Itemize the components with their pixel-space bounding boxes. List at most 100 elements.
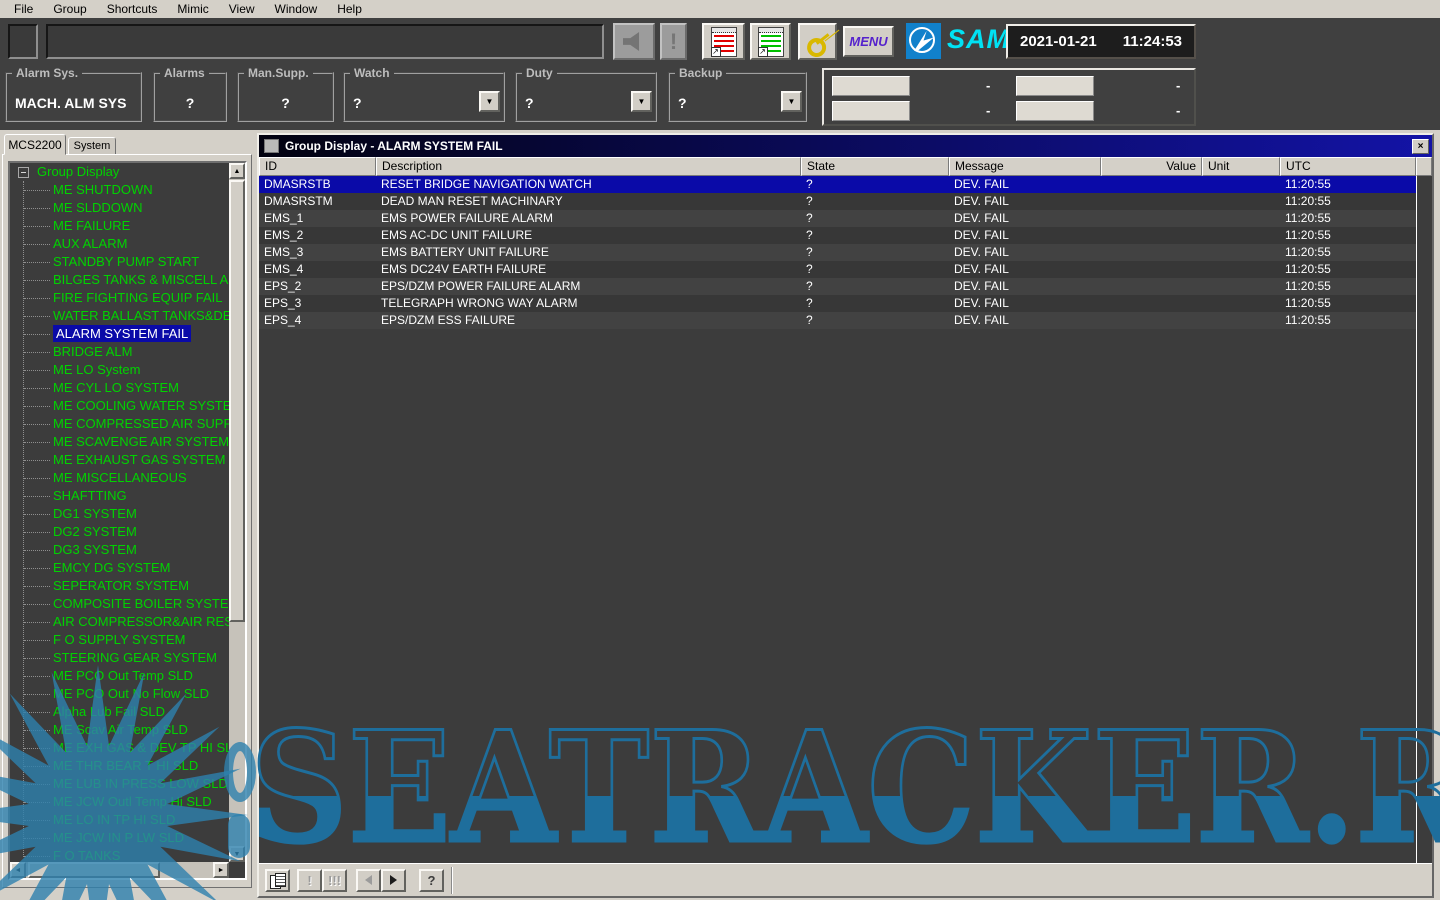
- tree-item-f-o-tanks[interactable]: F O TANKS: [10, 847, 229, 862]
- duty-dropdown-button[interactable]: ▼: [631, 91, 652, 112]
- tree-item-me-compressed-air-suppl[interactable]: ME COMPRESSED AIR SUPPL: [10, 415, 229, 433]
- next-button[interactable]: [381, 869, 406, 892]
- tree-item-emcy-dg-system[interactable]: EMCY DG SYSTEM: [10, 559, 229, 577]
- column-header-unit[interactable]: Unit: [1202, 157, 1280, 176]
- tree-item-water-ballast-tanks-de[interactable]: WATER BALLAST TANKS&DE: [10, 307, 229, 325]
- column-header-value[interactable]: Value: [1101, 157, 1202, 176]
- cell-utc: 11:20:55: [1280, 176, 1416, 193]
- tree-item-me-thr-bear-t-hi-sld[interactable]: ME THR BEAR T HI SLD: [10, 757, 229, 775]
- tab-mcs2200[interactable]: MCS2200: [4, 134, 66, 155]
- scroll-up-button[interactable]: ▲: [229, 163, 245, 179]
- tree-item-me-slddown[interactable]: ME SLDDOWN: [10, 199, 229, 217]
- help-button[interactable]: ?: [419, 869, 444, 892]
- tree-item-aux-alarm[interactable]: AUX ALARM: [10, 235, 229, 253]
- menu-mimic[interactable]: Mimic: [167, 1, 218, 17]
- tree-item-dg1-system[interactable]: DG1 SYSTEM: [10, 505, 229, 523]
- tree-item-shaftting[interactable]: SHAFTTING: [10, 487, 229, 505]
- tree-item-composite-boiler-system[interactable]: COMPOSITE BOILER SYSTEM: [10, 595, 229, 613]
- event-list-button[interactable]: ↗: [750, 23, 791, 60]
- previous-button[interactable]: [356, 869, 381, 892]
- menu-file[interactable]: File: [4, 1, 43, 17]
- tree-item-f-o-supply-system[interactable]: F O SUPPLY SYSTEM: [10, 631, 229, 649]
- table-row-dmasrstb[interactable]: DMASRSTBRESET BRIDGE NAVIGATION WATCH?DE…: [259, 176, 1416, 193]
- cell-message: DEV. FAIL: [949, 176, 1101, 193]
- table-row-eps_2[interactable]: EPS_2EPS/DZM POWER FAILURE ALARM?DEV. FA…: [259, 278, 1416, 295]
- table-row-ems_2[interactable]: EMS_2EMS AC-DC UNIT FAILURE?DEV. FAIL11:…: [259, 227, 1416, 244]
- tree-item-standby-pump-start[interactable]: STANDBY PUMP START: [10, 253, 229, 271]
- menu-help[interactable]: Help: [327, 1, 372, 17]
- tree-item-me-lo-system[interactable]: ME LO System: [10, 361, 229, 379]
- vertical-scroll-thumb[interactable]: [229, 180, 245, 622]
- tree-item-me-jcw-outl-temp-hi-sld[interactable]: ME JCW Outl Temp Hi SLD: [10, 793, 229, 811]
- watch-value[interactable]: ?: [353, 95, 362, 111]
- tree-item-me-cooling-water-system[interactable]: ME COOLING WATER SYSTEM: [10, 397, 229, 415]
- close-button[interactable]: ×: [1412, 139, 1429, 154]
- copy-button[interactable]: [265, 869, 290, 892]
- tree-item-label: F O TANKS: [53, 848, 120, 862]
- tree-item-me-scav-air-temp-sld[interactable]: ME Scav Air Temp SLD: [10, 721, 229, 739]
- tree-horizontal-scrollbar[interactable]: ◄ ►: [10, 862, 229, 878]
- column-header-id[interactable]: ID: [259, 157, 376, 176]
- tree-item-me-shutdown[interactable]: ME SHUTDOWN: [10, 181, 229, 199]
- table-row-eps_3[interactable]: EPS_3TELEGRAPH WRONG WAY ALARM?DEV. FAIL…: [259, 295, 1416, 312]
- tree-item-alpha-lub-fail-sld[interactable]: Alpha Lub Fail SLD: [10, 703, 229, 721]
- menu-button[interactable]: MENU: [843, 26, 894, 57]
- duty-value[interactable]: ?: [525, 95, 534, 111]
- tab-system[interactable]: System: [68, 137, 116, 155]
- menu-shortcuts[interactable]: Shortcuts: [97, 1, 168, 17]
- table-row-eps_4[interactable]: EPS_4EPS/DZM ESS FAILURE?DEV. FAIL11:20:…: [259, 312, 1416, 329]
- mute-horn-button[interactable]: [613, 23, 655, 60]
- tree-item-me-scavenge-air-system[interactable]: ME SCAVENGE AIR SYSTEM: [10, 433, 229, 451]
- tree-item-me-exh-gas-dev-tp-hi-sl[interactable]: ME EXH GAS & DEV TP HI SL: [10, 739, 229, 757]
- column-header-description[interactable]: Description: [376, 157, 801, 176]
- tree-root-group-display[interactable]: Group Display: [10, 163, 229, 181]
- menu-group[interactable]: Group: [43, 1, 96, 17]
- tree-item-dg3-system[interactable]: DG3 SYSTEM: [10, 541, 229, 559]
- tree-item-bilges-tanks-miscell-al[interactable]: BILGES TANKS & MISCELL AL: [10, 271, 229, 289]
- scroll-right-button[interactable]: ►: [213, 862, 229, 878]
- ack-all-button[interactable]: !!!: [322, 869, 347, 892]
- tree-item-me-failure[interactable]: ME FAILURE: [10, 217, 229, 235]
- menu-window[interactable]: Window: [265, 1, 328, 17]
- tree-item-air-compressor-air-res[interactable]: AIR COMPRESSOR&AIR RES: [10, 613, 229, 631]
- table-row-ems_1[interactable]: EMS_1EMS POWER FAILURE ALARM?DEV. FAIL11…: [259, 210, 1416, 227]
- tree-vertical-scrollbar[interactable]: ▲ ▼: [229, 163, 245, 862]
- tree-item-fire-fighting-equip-fail[interactable]: FIRE FIGHTING EQUIP FAIL: [10, 289, 229, 307]
- cell-state: ?: [801, 210, 949, 227]
- backup-dropdown-button[interactable]: ▼: [781, 91, 802, 112]
- tree-item-dg2-system[interactable]: DG2 SYSTEM: [10, 523, 229, 541]
- tree-item-me-pco-out-no-flow-sld[interactable]: ME PCO Out No Flow SLD: [10, 685, 229, 703]
- tree-item-me-miscellaneous[interactable]: ME MISCELLANEOUS: [10, 469, 229, 487]
- column-header-message[interactable]: Message: [949, 157, 1101, 176]
- acknowledge-button[interactable]: !: [660, 23, 687, 60]
- scroll-down-button[interactable]: ▼: [229, 846, 245, 862]
- login-button[interactable]: [798, 23, 837, 60]
- column-header-utc[interactable]: UTC: [1280, 157, 1416, 176]
- column-header-state[interactable]: State: [801, 157, 949, 176]
- tree-item-me-exhaust-gas-system[interactable]: ME EXHAUST GAS SYSTEM: [10, 451, 229, 469]
- horizontal-scroll-thumb[interactable]: [28, 862, 160, 878]
- backup-value[interactable]: ?: [678, 95, 687, 111]
- table-row-dmasrstm[interactable]: DMASRSTMDEAD MAN RESET MACHINARY?DEV. FA…: [259, 193, 1416, 210]
- window-titlebar[interactable]: Group Display - ALARM SYSTEM FAIL ×: [259, 135, 1432, 157]
- tree-item-alarm-system-fail[interactable]: ALARM SYSTEM FAIL: [10, 325, 229, 343]
- tree-item-me-pco-out-temp-sld[interactable]: ME PCO Out Temp SLD: [10, 667, 229, 685]
- table-row-ems_3[interactable]: EMS_3EMS BATTERY UNIT FAILURE?DEV. FAIL1…: [259, 244, 1416, 261]
- groupbox-label: Alarm Sys.: [12, 66, 82, 80]
- tree-collapse-icon[interactable]: [18, 167, 29, 178]
- tree-item-label: ME LO IN TP HI SLD: [53, 812, 175, 827]
- tree-item-me-jcw-in-p-lw-sld[interactable]: ME JCW IN P LW SLD: [10, 829, 229, 847]
- cell-id: EMS_4: [259, 261, 376, 278]
- alarm-list-button[interactable]: ↗: [702, 23, 745, 60]
- tree-item-me-cyl-lo-system[interactable]: ME CYL LO SYSTEM: [10, 379, 229, 397]
- tree-item-steering-gear-system[interactable]: STEERING GEAR SYSTEM: [10, 649, 229, 667]
- ack-button[interactable]: !: [297, 869, 322, 892]
- scroll-left-button[interactable]: ◄: [10, 862, 26, 878]
- menu-view[interactable]: View: [219, 1, 265, 17]
- table-row-ems_4[interactable]: EMS_4EMS DC24V EARTH FAILURE?DEV. FAIL11…: [259, 261, 1416, 278]
- tree-item-bridge-alm[interactable]: BRIDGE ALM: [10, 343, 229, 361]
- tree-item-me-lub-in-press-low-sld[interactable]: ME LUB IN PRESS LOW SLD: [10, 775, 229, 793]
- tree-item-me-lo-in-tp-hi-sld[interactable]: ME LO IN TP HI SLD: [10, 811, 229, 829]
- watch-dropdown-button[interactable]: ▼: [479, 91, 500, 112]
- tree-item-seperator-system[interactable]: SEPERATOR SYSTEM: [10, 577, 229, 595]
